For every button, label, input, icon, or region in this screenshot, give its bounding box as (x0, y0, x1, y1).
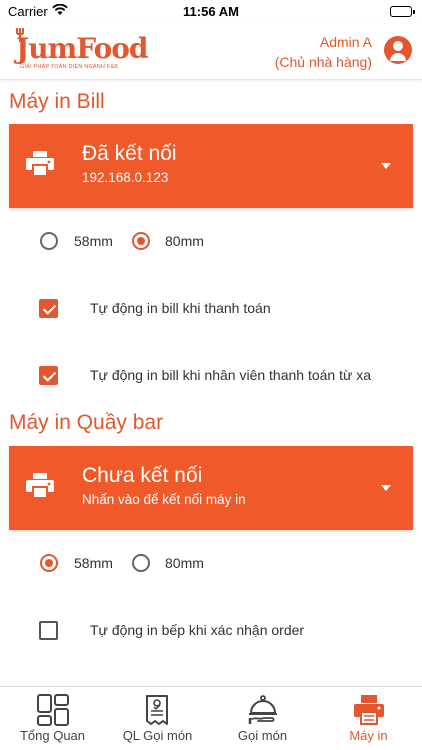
logo-tagline: GIẢI PHÁP TOÀN DIỆN NGÀNH F&B (20, 64, 119, 70)
radio-80mm[interactable] (132, 232, 150, 250)
printer-status: Đã kết nối (82, 142, 177, 165)
chevron-down-icon (381, 485, 391, 491)
chevron-down-icon (381, 163, 391, 169)
option-auto-print-bill-remote[interactable]: Tự động in bill khi nhân viên thanh toán… (39, 366, 419, 386)
tab-overview[interactable]: Tổng Quan (0, 687, 105, 750)
dashboard-icon (37, 694, 69, 726)
account-icon[interactable] (384, 36, 412, 64)
printer-icon (26, 151, 54, 177)
checkbox[interactable] (39, 299, 58, 318)
brand-logo: JumFood GIẢI PHÁP TOÀN DIỆN NGÀNH F&B (12, 28, 152, 74)
battery-icon (390, 6, 415, 17)
section-title-bill-printer: Máy in Bill (9, 90, 105, 113)
user-role: (Chủ nhà hàng) (274, 54, 372, 70)
tab-label: QL Gọi món (122, 728, 193, 743)
radio-80mm[interactable] (132, 554, 150, 572)
option-auto-print-kitchen[interactable]: Tự động in bếp khi xác nhận order (39, 621, 419, 641)
printer-icon (26, 473, 54, 499)
option-label: Tự động in bill khi nhân viên thanh toán… (90, 367, 372, 383)
logo-text: JumFood (16, 32, 149, 65)
printer-hint: Nhấn vào để kết nối máy in (82, 492, 246, 507)
checkbox[interactable] (39, 366, 58, 385)
radio-58mm[interactable] (40, 232, 58, 250)
radio-label-80mm: 80mm (165, 233, 204, 249)
option-label: Tự động in bill khi thanh toán (90, 300, 271, 316)
tab-label: Máy in (349, 728, 388, 743)
option-auto-print-bill[interactable]: Tự động in bill khi thanh toán (39, 299, 419, 319)
bar-printer-selector[interactable]: Chưa kết nối Nhấn vào để kết nối máy in (9, 446, 413, 530)
printer-status: Chưa kết nối (82, 464, 203, 487)
user-info[interactable]: Admin A (Chủ nhà hàng) (275, 32, 372, 72)
user-name: Admin A (319, 34, 372, 50)
printer-icon (354, 695, 384, 725)
option-label: Tự động in bếp khi xác nhận order (90, 622, 305, 638)
bill-printer-selector[interactable]: Đã kết nối 192.168.0.123 (9, 124, 413, 208)
radio-label-58mm: 58mm (74, 233, 113, 249)
tab-printers[interactable]: Máy in (316, 687, 421, 750)
tab-label: Tổng Quan (19, 728, 86, 743)
tab-bar: Tổng Quan QL Gọi món Gọi món Máy in (0, 686, 422, 750)
tab-order[interactable]: Gọi món (210, 687, 315, 750)
cloche-icon (248, 695, 277, 724)
menu-list-icon (146, 695, 168, 725)
tab-menu-management[interactable]: QL Gọi món (105, 687, 210, 750)
radio-label-80mm: 80mm (165, 555, 204, 571)
section-title-bar-printer: Máy in Quầy bar (9, 411, 164, 434)
tab-label: Gọi món (237, 728, 288, 743)
clock: 11:56 AM (183, 4, 239, 19)
checkbox[interactable] (39, 621, 58, 640)
radio-58mm[interactable] (40, 554, 58, 572)
radio-label-58mm: 58mm (74, 555, 113, 571)
app-header: JumFood GIẢI PHÁP TOÀN DIỆN NGÀNH F&B Ad… (0, 24, 422, 80)
printer-address: 192.168.0.123 (82, 170, 169, 185)
status-bar: Carrier 11:56 AM (0, 0, 422, 24)
